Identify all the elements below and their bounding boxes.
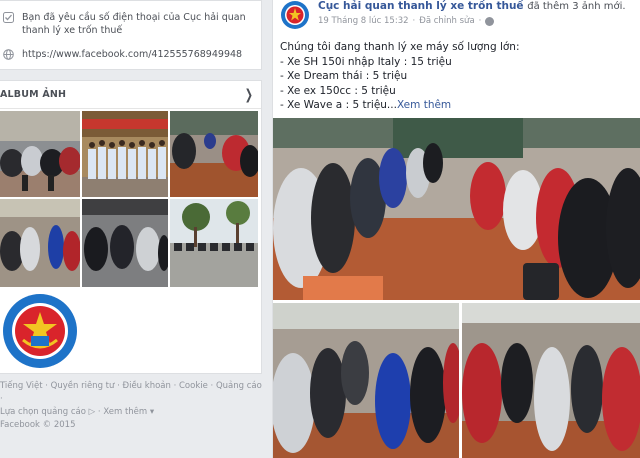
post-card: Cục hải quan thanh lý xe trốn thuế đã th… [272,0,640,458]
footer-link-cookie[interactable]: Cookie [179,381,208,391]
post-timestamp[interactable]: 19 Tháng 8 lúc 15:32 [318,16,409,26]
footer-link-ad-choices[interactable]: Lựa chọn quảng cáo [0,407,86,417]
check-icon [2,11,14,23]
ad-choices-icon: ▷ [88,407,96,417]
footer-link-more[interactable]: Xem thêm [103,407,147,417]
album-title: ALBUM ẢNH [0,89,67,100]
page-footer: Tiếng Việt · Quyền riêng tư · Điều khoản… [0,381,262,430]
album-header[interactable]: ALBUM ẢNH ❯ [0,81,261,109]
chevron-right-icon[interactable]: ❯ [245,87,253,103]
website-link[interactable]: https://www.facebook.com/412555768949948 [22,48,247,61]
post-meta: 19 Tháng 8 lúc 15:32 · Đã chỉnh sửa · [318,16,495,26]
album-thumb-officers[interactable] [82,111,168,197]
footer-link-ads[interactable]: Quảng cáo [216,381,262,391]
post-edited[interactable]: Đã chỉnh sửa [419,16,474,26]
post-action: đã thêm 3 ảnh mới. [527,1,626,12]
post-photo-2[interactable] [273,303,459,458]
post-line-last: - Xe Wave a : 5 triệu...Xem thêm [280,99,452,111]
caret-down-icon[interactable]: ▾ [150,407,154,417]
photo-album-card: ALBUM ẢNH ❯ [0,80,262,374]
website-row[interactable]: https://www.facebook.com/412555768949948 [0,48,247,61]
globe-icon [2,48,14,60]
album-thumb-motorbikes-1[interactable] [0,111,80,197]
footer-link-privacy[interactable]: Quyền riêng tư [51,381,115,391]
left-sidebar: Bạn đã yêu cầu số điện thoại của Cục hải… [0,0,262,458]
post-photo-1[interactable] [273,118,640,300]
post-author[interactable]: Cục hải quan thanh lý xe trốn thuế [318,0,524,12]
album-thumb-customs-logo[interactable] [0,289,80,373]
post-text: Chúng tôi đang thanh lý xe máy số lượng … [280,40,520,113]
post-photo-3[interactable] [462,303,640,458]
post-line: Chúng tôi đang thanh lý xe máy số lượng … [280,41,520,53]
album-thumb-motorbikes-4[interactable] [82,199,168,287]
page-avatar[interactable] [279,0,311,30]
phone-request-text: Bạn đã yêu cầu số điện thoại của Cục hải… [22,12,246,36]
post-header-line: Cục hải quan thanh lý xe trốn thuế đã th… [318,0,626,12]
see-more-link[interactable]: Xem thêm [397,99,451,111]
post-line: - Xe Dream thái : 5 triệu [280,70,408,82]
page-info-card: Bạn đã yêu cầu số điện thoại của Cục hải… [0,0,262,70]
footer-link-terms[interactable]: Điều khoản [123,381,171,391]
post-line: - Xe ex 150cc : 5 triệu [280,84,396,97]
album-thumb-motorbikes-3[interactable] [0,199,80,287]
post-line: - Xe SH 150i nhập Italy : 15 triệu [280,55,452,68]
album-thumb-motorbikes-2[interactable] [170,111,258,197]
customs-logo-icon [3,294,77,368]
phone-request-row: Bạn đã yêu cầu số điện thoại của Cục hải… [0,11,247,37]
footer-link-language[interactable]: Tiếng Việt [0,381,43,391]
copyright: Facebook © 2015 [0,420,76,430]
album-thumb-street[interactable] [170,199,258,287]
public-globe-icon [485,16,495,26]
